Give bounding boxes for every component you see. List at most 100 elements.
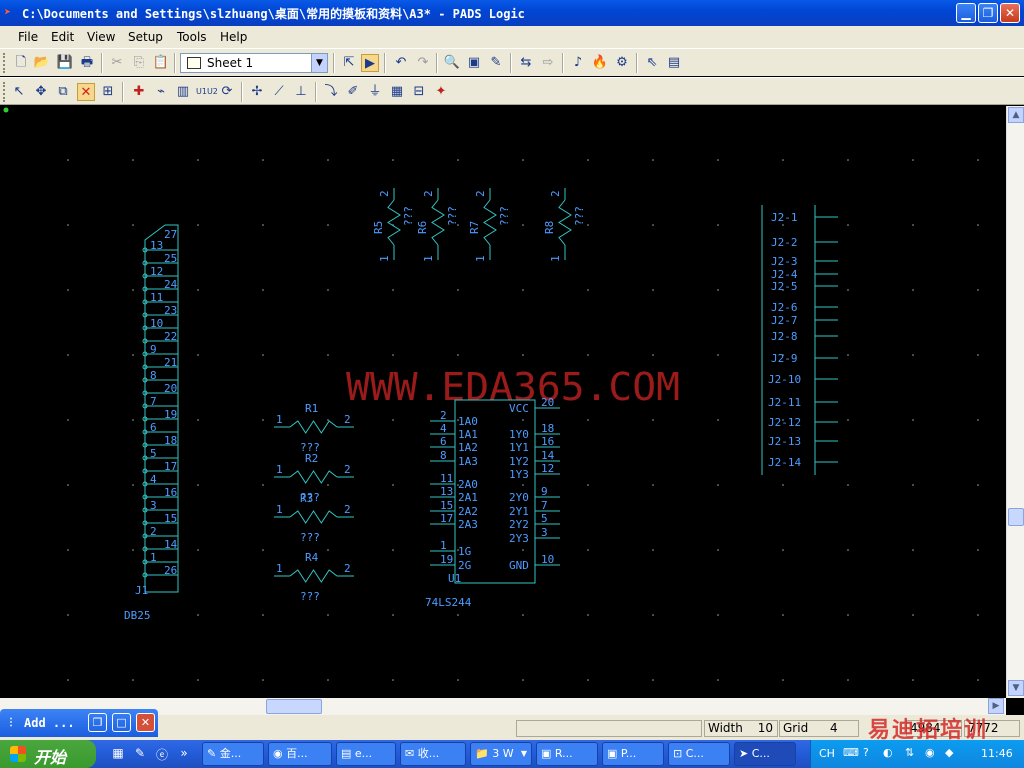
title-bar[interactable]: ➤ C:\Documents and Settings\slzhuang\桌面\… [0, 0, 1024, 26]
ref-designator: R3 [300, 492, 313, 505]
add-toolbar-panel[interactable]: ⋮ Add ... ❐ □ ✕ [0, 709, 158, 737]
copy-part-icon[interactable]: ⧉ [54, 83, 72, 101]
toolbar-grip[interactable] [3, 53, 6, 73]
sheet-select[interactable]: Sheet 1 ▼ [180, 53, 328, 73]
redraw-icon[interactable]: ✎ [487, 54, 505, 72]
query-icon[interactable]: ⊞ [99, 83, 117, 101]
task-button[interactable]: ⊡ C... [668, 742, 730, 766]
rotate-icon[interactable]: ⟳ [218, 83, 236, 101]
cut-icon[interactable]: ✂ [108, 54, 126, 72]
task-button[interactable]: ▤ e... [336, 742, 396, 766]
delete-icon[interactable]: ✕ [77, 83, 95, 101]
volume-icon[interactable]: ◉ [925, 746, 935, 759]
scroll-down-button[interactable]: ▼ [1008, 680, 1024, 696]
task-button[interactable]: ▣ P... [602, 742, 664, 766]
fire-icon[interactable]: 🔥 [591, 54, 609, 72]
chevron-down-icon[interactable]: ▼ [311, 54, 327, 72]
menu-setup[interactable]: Setup [128, 30, 163, 44]
menu-view[interactable]: View [87, 30, 115, 44]
task-button-active[interactable]: ➤ C... [734, 742, 796, 766]
start-button[interactable]: 开始 [0, 740, 96, 768]
separator [315, 82, 317, 102]
panel-close-button[interactable]: ✕ [136, 713, 155, 732]
forward-icon[interactable]: ⇨ [539, 54, 557, 72]
scroll-up-button[interactable]: ▲ [1008, 107, 1024, 123]
minimize-button[interactable]: ▁ [956, 3, 976, 23]
netlist-icon[interactable]: ♪ [569, 54, 587, 72]
drafting-icon[interactable]: ⟋ [270, 83, 288, 101]
grid-dot [392, 159, 394, 161]
off-page-icon[interactable]: ⊟ [410, 83, 428, 101]
scroll-right-button[interactable]: ▶ [988, 698, 1004, 714]
add-connection-icon[interactable]: ⌁ [152, 83, 170, 101]
draw-line-icon[interactable]: ✐ [344, 83, 362, 101]
keyboard-icon[interactable]: ⌨ [843, 746, 859, 759]
ground-icon[interactable]: ⏚ [366, 83, 384, 101]
properties-icon[interactable]: ⚙ [613, 54, 631, 72]
layout-link-icon[interactable]: ⇆ [517, 54, 535, 72]
schematic-canvas[interactable]: WWW.EDA365.COM 1 2 R1??? 1 2 R2??? 1 2 R3??? 1 2 R4… [0, 106, 1006, 698]
vertical-scrollbar[interactable]: ▲ ▼ [1006, 106, 1024, 698]
menu-help[interactable]: Help [220, 30, 247, 44]
task-button[interactable]: ◉ 百... [268, 742, 332, 766]
paste-icon[interactable]: 📋 [152, 54, 170, 72]
resistor-body [289, 569, 338, 583]
task-button[interactable]: ✎ 金... [202, 742, 264, 766]
add-part-icon[interactable]: ✚ [130, 83, 148, 101]
move-icon[interactable]: ✥ [32, 83, 50, 101]
grid-dot [912, 159, 914, 161]
help-pointer-icon[interactable]: ⇖ [643, 54, 661, 72]
text-icon[interactable]: ✦ [432, 83, 450, 101]
panel-maximize-button[interactable]: □ [112, 713, 131, 732]
select-arrow-icon[interactable]: ↖ [10, 83, 28, 101]
undo-icon[interactable]: ↶ [392, 54, 410, 72]
task-button[interactable]: 📁 3 W ▼ [470, 742, 532, 766]
task-button[interactable]: ▣ R... [536, 742, 598, 766]
horizontal-scroll-thumb[interactable] [266, 699, 322, 714]
menu-edit[interactable]: Edit [51, 30, 74, 44]
network-icon[interactable]: ⇅ [905, 746, 914, 759]
grid-dot [977, 289, 979, 291]
grid-dot [847, 614, 849, 616]
pads-quicklaunch-icon[interactable]: ✎ [132, 746, 148, 762]
vertical-scroll-thumb[interactable] [1008, 508, 1024, 526]
desktop-icon[interactable]: ▦ [110, 746, 126, 762]
menu-tools[interactable]: Tools [177, 30, 207, 44]
window-title: C:\Documents and Settings\slzhuang\桌面\常用… [22, 7, 525, 21]
board-icon[interactable]: ▣ [465, 54, 483, 72]
redo-icon[interactable]: ↷ [414, 54, 432, 72]
add-bus-icon[interactable]: ▥ [174, 83, 192, 101]
save-icon[interactable]: 💾 [56, 54, 74, 72]
schematic-drawing[interactable]: WWW.EDA365.COM 1 2R1???1 2R2???1 2R3???1 2R4… [0, 106, 1006, 698]
grid-dot [977, 419, 979, 421]
grid-dot [717, 679, 719, 681]
grid-dot [912, 224, 914, 226]
zoom-icon[interactable]: 🔍 [443, 54, 461, 72]
input-method-icon[interactable]: ◐ [883, 746, 893, 759]
print-icon[interactable]: 🖶 [78, 54, 96, 72]
show-more-icon[interactable]: » [176, 746, 192, 762]
select-filter-icon[interactable]: ⇱ [340, 54, 358, 72]
toolbar-grip[interactable] [3, 82, 6, 102]
antivirus-icon[interactable]: ◆ [945, 746, 953, 759]
window-icon[interactable]: ▤ [665, 54, 683, 72]
open-icon[interactable]: 📂 [33, 54, 51, 72]
task-button[interactable]: ✉ 收... [400, 742, 466, 766]
panel-dock-button[interactable]: ❐ [88, 713, 107, 732]
net-label-icon[interactable]: ⤵ [322, 83, 340, 101]
copy-icon[interactable]: ⎘ [130, 54, 148, 72]
clock[interactable]: 11:46 [981, 747, 1013, 760]
add-field-icon[interactable]: ✢ [248, 83, 266, 101]
ref-designator: R1 [305, 402, 318, 415]
pin-icon[interactable]: ⊥ [292, 83, 310, 101]
rename-icon[interactable]: U1U2 [196, 83, 218, 101]
restore-button[interactable]: ❐ [978, 3, 998, 23]
power-icon[interactable]: ▦ [388, 83, 406, 101]
select-mode-icon[interactable]: ▶ [361, 54, 379, 72]
ie-icon[interactable]: ⓔ [154, 746, 170, 762]
menu-file[interactable]: File [18, 30, 38, 44]
language-indicator[interactable]: CH [819, 747, 835, 760]
new-icon[interactable]: 🗋 [12, 54, 30, 72]
close-button[interactable]: ✕ [1000, 3, 1020, 23]
help-icon[interactable]: ? [863, 746, 869, 759]
